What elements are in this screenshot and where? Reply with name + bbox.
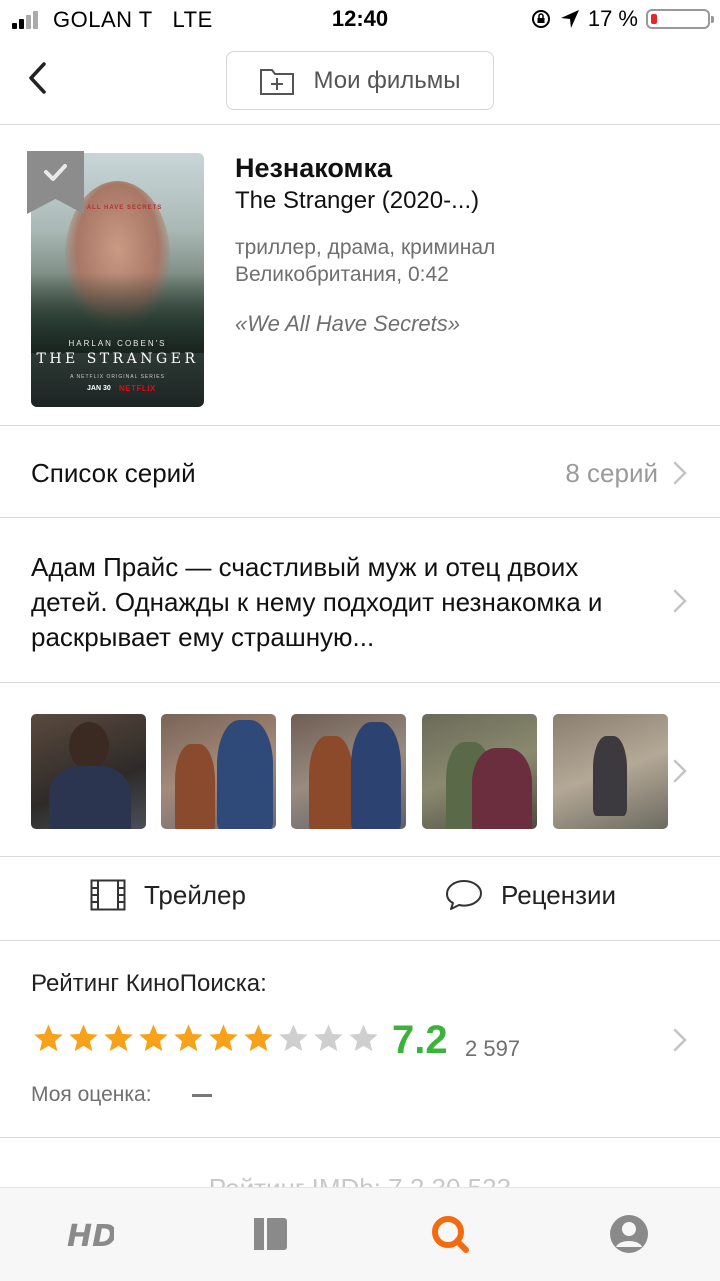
rotation-lock-icon [531, 10, 550, 28]
tab-library[interactable] [246, 1210, 294, 1258]
movie-title: Незнакомка [235, 153, 393, 183]
profile-icon [610, 1215, 648, 1253]
movie-genres: триллер, драма, криминал [235, 236, 496, 259]
battery-icon [646, 9, 714, 29]
star-filled-icon [34, 1024, 63, 1052]
kp-rating-value: 7.2 [392, 1018, 448, 1062]
chevron-right-icon [673, 1028, 687, 1052]
chevron-right-icon [673, 589, 687, 613]
location-icon [560, 10, 579, 28]
speech-bubble-icon [446, 880, 482, 910]
rating-title: Рейтинг КиноПоиска: [31, 970, 267, 997]
folder-plus-icon [260, 68, 295, 95]
star-empty-icon [314, 1024, 343, 1052]
divider [0, 1137, 720, 1138]
still-image[interactable] [31, 714, 146, 829]
tab-profile[interactable] [605, 1210, 653, 1258]
episodes-label: Список серий [31, 458, 196, 488]
chevron-left-icon [29, 62, 46, 94]
star-filled-icon [174, 1024, 203, 1052]
still-image[interactable] [553, 714, 668, 829]
star-filled-icon [69, 1024, 98, 1052]
my-rating-empty[interactable] [192, 1094, 212, 1097]
status-bar: GOLAN T LTE 12:40 17 % [0, 0, 720, 40]
still-image[interactable] [161, 714, 276, 829]
movie-country-duration: Великобритания, 0:42 [235, 263, 449, 286]
svg-text:HD: HD [67, 1219, 114, 1254]
star-empty-icon [279, 1024, 308, 1052]
star-filled-icon [139, 1024, 168, 1052]
movie-slogan: «We All Have Secrets» [235, 311, 460, 336]
my-films-button[interactable]: Мои фильмы [226, 51, 494, 110]
star-filled-icon [104, 1024, 133, 1052]
battery-percent: 17 % [587, 6, 638, 31]
still-image[interactable] [291, 714, 406, 829]
checkmark-icon [44, 164, 67, 181]
divider [0, 124, 720, 125]
my-rating-label: Моя оценка: [31, 1083, 152, 1106]
star-filled-icon [244, 1024, 273, 1052]
back-button[interactable] [22, 58, 62, 98]
reviews-button[interactable]: Рецензии [445, 879, 616, 911]
trailer-button[interactable]: Трейлер [90, 879, 246, 911]
trailer-label: Трейлер [144, 879, 246, 910]
book-icon [254, 1218, 287, 1250]
episodes-row[interactable]: Список серий 8 серий [0, 426, 720, 517]
star-empty-icon [349, 1024, 378, 1052]
my-films-label: Мои фильмы [313, 66, 461, 94]
movie-original-title: The Stranger (2020-...) [235, 187, 480, 214]
chevron-right-icon [673, 461, 687, 485]
episodes-count: 8 серий [565, 458, 658, 488]
kp-votes-count: 2 597 [465, 1036, 521, 1061]
star-filled-icon [209, 1024, 238, 1052]
hd-icon: HD [67, 1219, 117, 1254]
divider [0, 682, 720, 683]
still-image[interactable] [422, 714, 537, 829]
tab-search[interactable] [426, 1210, 474, 1258]
divider [0, 856, 720, 857]
film-icon [90, 879, 126, 911]
chevron-right-icon[interactable] [673, 759, 687, 783]
search-icon [432, 1216, 469, 1253]
movie-description: Адам Прайс — счастливый муж и отец двоих… [31, 552, 603, 652]
tab-hd[interactable]: HD [66, 1210, 117, 1258]
reviews-label: Рецензии [501, 879, 617, 910]
rating-stars [32, 1022, 380, 1055]
